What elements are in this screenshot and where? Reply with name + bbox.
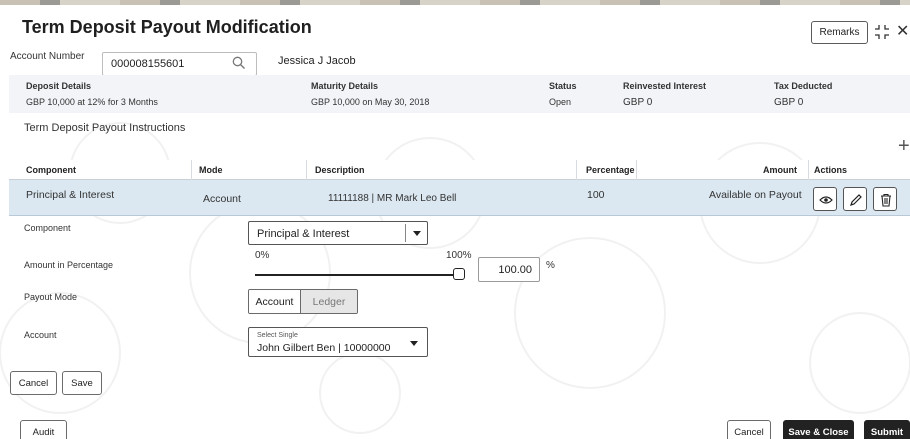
delete-button[interactable] <box>873 187 897 211</box>
reinvested-interest-value: GBP 0 <box>623 97 653 108</box>
audit-button[interactable]: Audit <box>20 420 67 439</box>
search-icon[interactable] <box>232 56 246 70</box>
reinvested-interest-label: Reinvested Interest <box>623 81 707 91</box>
account-number-label: Account Number <box>10 51 85 62</box>
reinvested-interest: Reinvested Interest GBP 0 <box>623 81 706 108</box>
page-title: Term Deposit Payout Modification <box>22 17 312 37</box>
column-header-actions: Actions <box>814 165 848 175</box>
slider-min-label: 0% <box>255 250 270 261</box>
percentage-input[interactable]: 100.00 <box>478 257 540 282</box>
deposit-details-value: GBP 10,000 at 12% for 3 Months <box>26 97 158 107</box>
customer-name: Jessica J Jacob <box>278 55 356 67</box>
column-header-mode: Mode <box>199 165 223 175</box>
maturity-details-value: GBP 10,000 on May 30, 2018 <box>311 97 430 107</box>
instructions-table-header: Component Mode Description Percentage Am… <box>9 160 910 180</box>
account-select-value: John Gilbert Ben | 10000000 <box>257 342 391 354</box>
payout-mode-account-option[interactable]: Account <box>249 290 301 313</box>
deposit-details-label: Deposit Details <box>26 81 92 91</box>
component-select-value: Principal & Interest <box>257 228 350 240</box>
percentage-slider-track[interactable] <box>255 274 459 276</box>
save-and-close-button[interactable]: Save & Close <box>783 420 854 439</box>
column-header-component: Component <box>26 165 76 175</box>
payout-mode-label: Payout Mode <box>24 292 78 302</box>
cancel-button[interactable]: Cancel <box>727 420 771 439</box>
percentage-slider-handle[interactable] <box>453 268 465 280</box>
form-cancel-button[interactable]: Cancel <box>10 371 57 395</box>
close-icon[interactable]: ✕ <box>896 24 910 40</box>
column-header-description: Description <box>315 165 365 175</box>
row-amount: Available on Payout <box>709 189 802 201</box>
component-select[interactable]: Principal & Interest <box>248 221 428 245</box>
table-row[interactable]: Principal & Interest Account 11111188 | … <box>9 180 910 216</box>
payout-mode-toggle[interactable]: Account Ledger <box>248 289 358 314</box>
delete-icon <box>881 193 891 207</box>
percent-sign: % <box>546 260 555 271</box>
account-select[interactable]: Select Single John Gilbert Ben | 1000000… <box>248 327 428 357</box>
column-header-amount: Amount <box>763 165 797 175</box>
expand-icon[interactable] <box>874 24 890 40</box>
component-label: Component <box>24 223 71 233</box>
edit-button[interactable] <box>843 187 867 211</box>
chevron-down-icon <box>413 231 421 236</box>
row-mode: Account <box>203 193 241 205</box>
slider-max-label: 100% <box>446 250 472 261</box>
row-percentage: 100 <box>587 189 605 201</box>
status-value: Open <box>549 97 572 107</box>
row-description: 11111188 | MR Mark Leo Bell <box>328 193 457 204</box>
account-select-hint: Select Single <box>257 332 298 339</box>
row-component: Principal & Interest <box>26 189 115 201</box>
select-divider <box>405 224 406 242</box>
tax-deducted-label: Tax Deducted <box>774 81 833 91</box>
deposit-details: Deposit Details GBP 10,000 at 12% for 3 … <box>26 81 158 107</box>
edit-icon <box>850 194 862 206</box>
add-instruction-icon[interactable]: + <box>898 136 910 156</box>
column-header-percentage: Percentage <box>586 165 635 175</box>
amount-percentage-label: Amount in Percentage <box>24 260 114 270</box>
chevron-down-icon <box>410 341 418 346</box>
form-save-button[interactable]: Save <box>62 371 102 395</box>
tax-deducted: Tax Deducted GBP 0 <box>774 81 832 108</box>
payout-mode-ledger-option[interactable]: Ledger <box>301 290 357 313</box>
status-label: Status <box>549 81 577 91</box>
remarks-button[interactable]: Remarks <box>811 21 868 44</box>
tax-deducted-value: GBP 0 <box>774 97 804 108</box>
maturity-details-label: Maturity Details <box>311 81 379 91</box>
maturity-details: Maturity Details GBP 10,000 on May 30, 2… <box>311 81 429 107</box>
payout-instructions-title: Term Deposit Payout Instructions <box>24 122 186 134</box>
view-button[interactable] <box>813 187 837 211</box>
submit-button[interactable]: Submit <box>864 420 910 439</box>
view-icon <box>819 196 833 204</box>
status: Status Open <box>549 81 577 107</box>
deposit-summary-panel: Deposit Details GBP 10,000 at 12% for 3 … <box>9 75 910 113</box>
account-label: Account <box>24 330 57 340</box>
page-header: Term Deposit Payout Modification Remarks… <box>0 5 910 45</box>
